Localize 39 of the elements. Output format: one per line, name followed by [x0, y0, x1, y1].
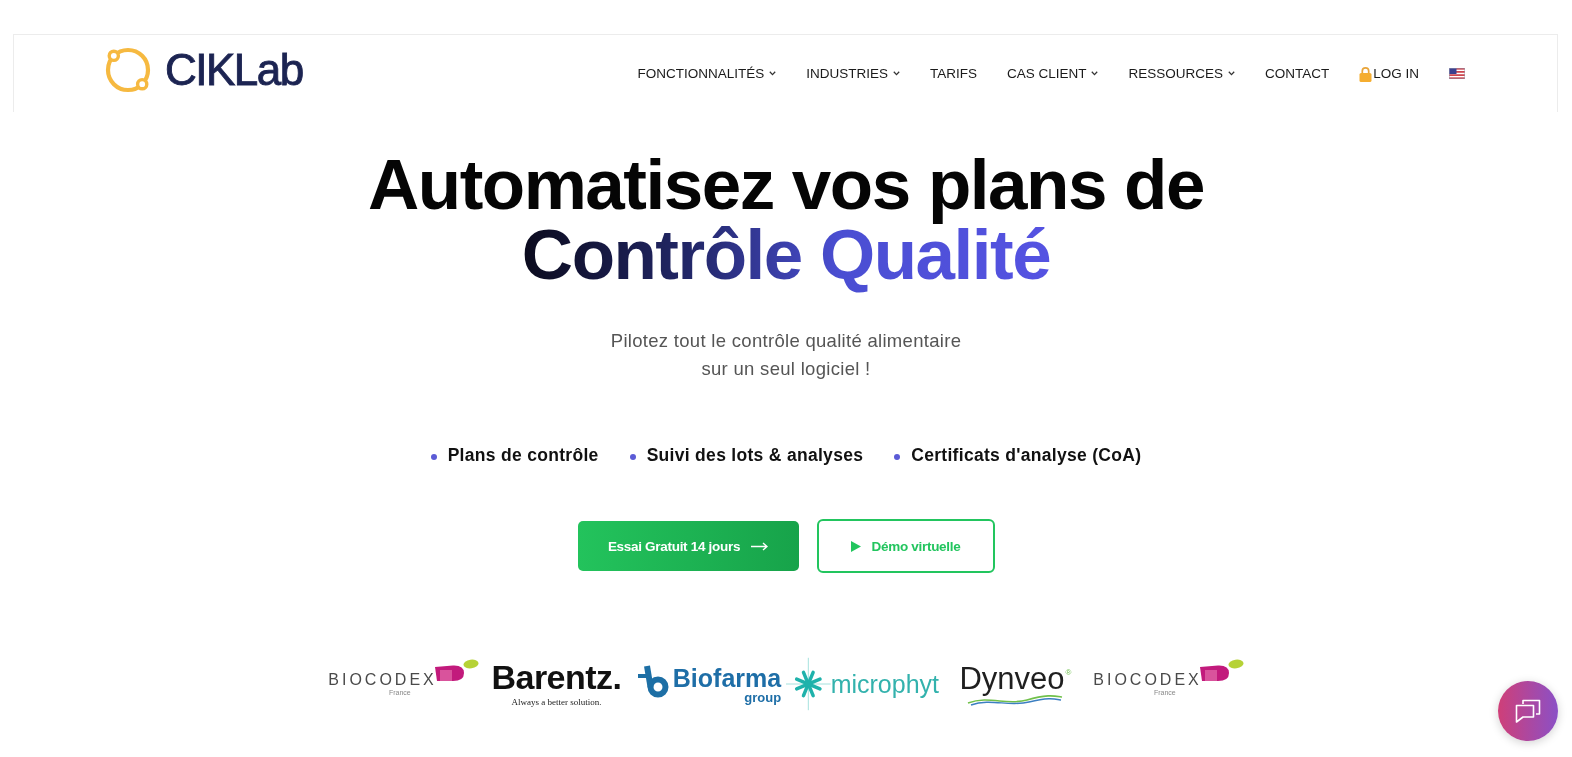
arrow-right-icon: [751, 541, 769, 551]
nav-link[interactable]: TARIFS: [929, 64, 977, 83]
logo-wordmark: BIOCODEX: [328, 671, 437, 688]
chevron-down-icon: [1091, 71, 1099, 76]
wave-icon: [967, 694, 1064, 706]
nav-link[interactable]: RESSOURCES: [1128, 64, 1235, 83]
logo-wordmark: Dynveo: [959, 662, 1065, 696]
logo-wordmark: microphyt: [830, 670, 939, 698]
nav-link[interactable]: LOG IN: [1359, 64, 1419, 83]
chevron-down-icon: [892, 71, 900, 76]
logo-wordmark[interactable]: CIKLab: [165, 45, 303, 94]
bullet-dot-icon: [894, 453, 901, 460]
logo-wordmark: Barentz.: [491, 660, 622, 694]
chat-icon: [1515, 699, 1541, 723]
chevron-down-icon: [769, 71, 777, 76]
feature-label: Suivi des lots & analyses: [646, 444, 864, 467]
logo-tagline: group: [744, 690, 782, 704]
flag-icon[interactable]: [1449, 68, 1465, 79]
nav-link[interactable]: CAS CLIENT: [1006, 64, 1099, 83]
starburst-icon: [786, 657, 831, 711]
shapes-icon: [1199, 659, 1244, 683]
hero-subtitle: Pilotez tout le contrôle qualité alimentaire sur un seul logiciel !: [610, 329, 962, 381]
emblem-icon: [637, 664, 670, 698]
chat-button[interactable]: [1498, 681, 1558, 741]
play-icon: [850, 540, 861, 552]
bullet-dot-icon: [629, 453, 636, 460]
logo-wordmark: BIOCODEX: [1093, 671, 1202, 688]
nav-link[interactable]: INDUSTRIES: [806, 64, 900, 83]
trademark-sign: ®: [1065, 668, 1072, 677]
bullet-dot-icon: [430, 453, 437, 460]
chevron-down-icon: [1228, 71, 1235, 76]
logo-tagline: Always a better solution.: [511, 697, 602, 708]
feature-label: Plans de contrôle: [447, 444, 599, 467]
nav-link[interactable]: FONCTIONNALITÉS: [637, 64, 777, 83]
logo-wordmark: Biofarma: [672, 664, 782, 691]
shapes-icon: [434, 659, 479, 683]
feature-label: Certificats d'analyse (CoA): [911, 444, 1142, 467]
lock-icon: [1359, 65, 1373, 82]
nav-link[interactable]: CONTACT: [1265, 64, 1330, 83]
